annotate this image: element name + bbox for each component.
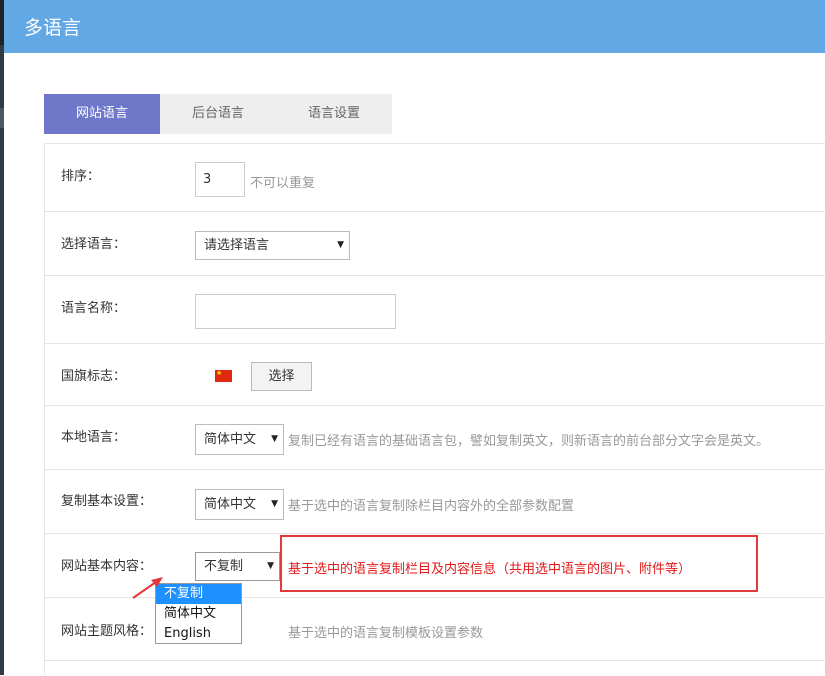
row-sort: 排序： 3 不可以重复 xyxy=(45,143,825,212)
select-language-label: 选择语言： xyxy=(61,237,127,252)
site-content-value: 不复制 xyxy=(204,559,244,574)
local-language-label: 本地语言： xyxy=(61,430,127,445)
option-no-copy[interactable]: 不复制 xyxy=(156,584,241,604)
site-theme-hint: 基于选中的语言复制模板设置参数 xyxy=(288,626,484,641)
option-simplified-chinese[interactable]: 简体中文 xyxy=(156,604,241,624)
copy-basic-label: 复制基本设置： xyxy=(61,494,153,509)
language-name-input[interactable] xyxy=(195,294,396,329)
copy-basic-select[interactable]: 简体中文 ▼ xyxy=(195,489,284,520)
page-title: 多语言 xyxy=(24,17,82,39)
tab-admin-language[interactable]: 后台语言 xyxy=(160,94,276,134)
content-panel: 网站语言 后台语言 语言设置 排序： 3 不可以重复 选择语言： 请选择语言 ▼… xyxy=(4,53,825,675)
annotation-arrow-icon xyxy=(132,577,163,599)
site-content-label: 网站基本内容： xyxy=(61,559,153,574)
local-language-select[interactable]: 简体中文 ▼ xyxy=(195,424,284,455)
site-theme-label: 网站主题风格： xyxy=(61,624,153,639)
row-copy-basic-settings: 复制基本设置： 简体中文 ▼ 基于选中的语言复制除栏目内容外的全部参数配置 xyxy=(45,469,825,534)
tab-site-language[interactable]: 网站语言 xyxy=(44,94,160,134)
local-language-hint: 复制已经有语言的基础语言包，譬如复制英文，则新语言的前台部分文字会是英文。 xyxy=(288,434,770,449)
page-header: 多语言 xyxy=(4,0,825,53)
row-flag: 国旗标志： ★ 选择 xyxy=(45,343,825,406)
flag-label: 国旗标志： xyxy=(61,369,127,384)
language-name-label: 语言名称： xyxy=(61,301,127,316)
site-content-options: 不复制 简体中文 English xyxy=(155,583,242,644)
row-local-language: 本地语言： 简体中文 ▼ 复制已经有语言的基础语言包，譬如复制英文，则新语言的前… xyxy=(45,405,825,470)
tab-bar: 网站语言 后台语言 语言设置 xyxy=(44,94,392,134)
site-content-select[interactable]: 不复制 ▼ xyxy=(195,552,280,581)
sort-hint: 不可以重复 xyxy=(250,176,316,191)
select-language-value: 请选择语言 xyxy=(204,238,270,253)
row-language-name: 语言名称： xyxy=(45,275,825,344)
copy-basic-hint: 基于选中的语言复制除栏目内容外的全部参数配置 xyxy=(288,499,575,514)
option-english[interactable]: English xyxy=(156,624,241,644)
row-select-language: 选择语言： 请选择语言 ▼ xyxy=(45,211,825,276)
local-language-value: 简体中文 xyxy=(204,432,257,447)
chevron-down-icon: ▼ xyxy=(271,434,278,444)
tab-language-settings[interactable]: 语言设置 xyxy=(276,94,392,134)
sort-input[interactable]: 3 xyxy=(195,162,245,197)
copy-basic-value: 简体中文 xyxy=(204,497,257,512)
select-language-dropdown[interactable]: 请选择语言 ▼ xyxy=(195,231,350,260)
china-flag-icon: ★ xyxy=(215,369,232,382)
row-divider xyxy=(45,660,825,676)
choose-flag-button[interactable]: 选择 xyxy=(251,362,312,391)
highlight-box xyxy=(280,535,758,592)
sort-label: 排序： xyxy=(61,169,101,184)
chevron-down-icon: ▼ xyxy=(337,240,344,250)
chevron-down-icon: ▼ xyxy=(271,499,278,509)
chevron-down-icon: ▼ xyxy=(267,561,274,571)
